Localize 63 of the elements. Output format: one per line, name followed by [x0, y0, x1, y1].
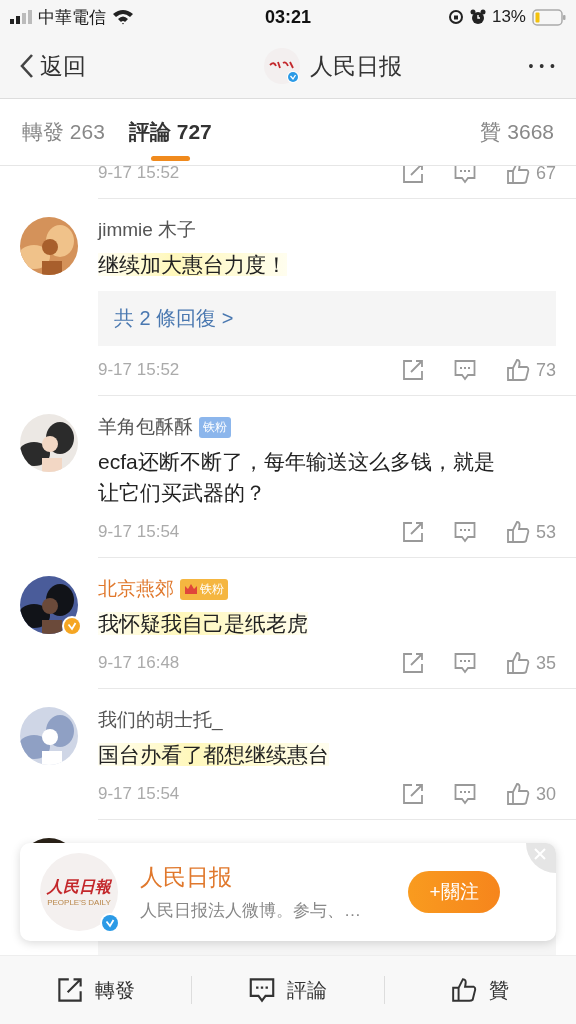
toolbar-button[interactable]: 贊 [384, 956, 576, 1024]
toolbar-button[interactable]: 評論 [192, 956, 384, 1024]
signal-icon [10, 10, 32, 24]
comment-time: 9-17 16:48 [98, 653, 180, 673]
comment-icon[interactable] [453, 166, 476, 184]
share-icon[interactable] [401, 521, 424, 543]
more-button[interactable]: • • • [528, 58, 556, 74]
rotation-lock-icon [447, 9, 464, 25]
user-name[interactable]: jimmie 木子 [98, 217, 197, 243]
tab[interactable]: 轉發 263 [22, 99, 105, 165]
share-icon [56, 977, 83, 1003]
share-icon[interactable] [401, 359, 424, 381]
like-icon[interactable] [505, 520, 530, 544]
comment-icon[interactable] [453, 521, 476, 543]
fan-badge: 铁粉 [180, 578, 228, 600]
comment-text: 我怀疑我自己是纸老虎 [98, 611, 309, 637]
like-count: 67 [535, 166, 556, 184]
like-icon [451, 977, 478, 1003]
like-icon[interactable] [505, 166, 530, 185]
comment-time: 9-17 15:54 [98, 522, 180, 542]
comment-icon[interactable] [453, 783, 476, 805]
like-count: 35 [535, 652, 556, 674]
comment-text: ecfa还断不断了，每年输送这么多钱，就是让它们买武器的？ [98, 449, 496, 506]
like-count: 53 [535, 521, 556, 543]
comment-time: 9-17 15:52 [98, 166, 180, 183]
page-title: 人民日报 [310, 51, 403, 81]
carrier-name: 中華電信 [38, 6, 106, 29]
comment-time: 9-17 15:54 [98, 784, 180, 804]
clock-time: 03:21 [264, 6, 311, 28]
comment-time: 9-17 15:52 [98, 360, 180, 380]
account-description: 人民日报法人微博。参与、… [140, 900, 362, 922]
fan-badge: 铁粉 [199, 416, 231, 438]
verified-icon [100, 913, 120, 933]
comment-text: 国台办看了都想继续惠台 [98, 742, 330, 768]
comment-text: 继续加大惠台力度！ [98, 252, 288, 278]
logo-text: 人民日報 [47, 877, 111, 897]
verified-icon [62, 616, 82, 636]
tab[interactable]: 贊 3668 [480, 99, 554, 165]
share-icon[interactable] [401, 783, 424, 805]
tab[interactable]: 評論 727 [128, 99, 212, 165]
back-icon [20, 53, 34, 79]
user-name[interactable]: 我们的胡士托_ [98, 707, 223, 733]
share-icon[interactable] [401, 166, 424, 184]
wifi-icon [112, 9, 134, 25]
battery-percent: 13% [491, 7, 526, 27]
user-name[interactable]: 羊角包酥酥 [98, 414, 193, 440]
comment-icon[interactable] [453, 359, 476, 381]
account-name: 人民日报 [140, 863, 233, 892]
comment-icon[interactable] [453, 652, 476, 674]
comment-icon [249, 977, 275, 1003]
like-icon[interactable] [505, 651, 530, 675]
battery-icon [532, 8, 566, 26]
toolbar-button[interactable]: 轉發 [0, 956, 192, 1024]
like-icon[interactable] [505, 358, 530, 382]
like-count: 73 [535, 359, 556, 381]
share-icon[interactable] [401, 652, 424, 674]
like-icon[interactable] [505, 782, 530, 806]
alarm-icon [469, 9, 486, 25]
replies-link[interactable]: 共 2 條回復 > [98, 291, 556, 346]
logo-subtext: PEOPLE'S DAILY [47, 898, 111, 907]
logo-icon [262, 46, 303, 86]
like-count: 30 [535, 783, 556, 805]
back-button[interactable]: 返回 [20, 50, 86, 82]
